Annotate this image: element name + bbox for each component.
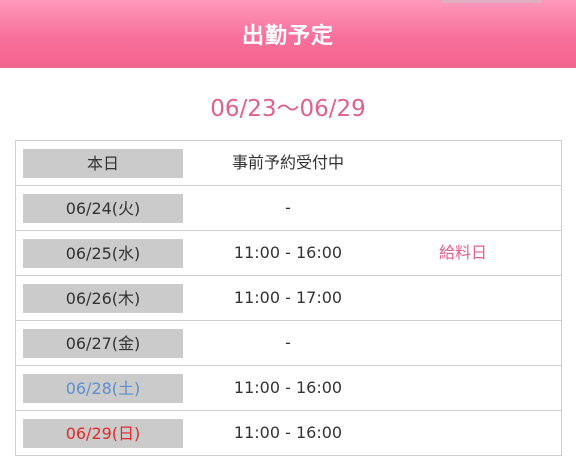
- schedule-table: 本日 事前予約受付中 06/24(火) - 06/25(水) 11:00 - 1…: [15, 140, 562, 456]
- day-label: 06/26(木): [23, 284, 183, 313]
- page-title: 出勤予定: [241, 24, 334, 49]
- shift-time: 11:00 - 16:00: [233, 378, 343, 397]
- day-note: [388, 141, 538, 185]
- day-note: [388, 321, 538, 365]
- day-note: [388, 366, 538, 410]
- day-label: 06/24(火): [23, 194, 183, 223]
- week-range: 06/23〜06/29: [210, 96, 366, 122]
- shift-time: 11:00 - 17:00: [233, 288, 343, 307]
- page-header: 出勤予定: [0, 0, 576, 68]
- day-label-saturday: 06/28(土): [23, 374, 183, 403]
- payday-note: 給料日: [438, 243, 487, 262]
- day-label: 06/27(金): [23, 329, 183, 358]
- shift-time: -: [285, 333, 291, 352]
- shift-time: 11:00 - 16:00: [233, 423, 343, 442]
- day-label-sunday: 06/29(日): [23, 419, 183, 448]
- schedule-row-0626: 06/26(木) 11:00 - 17:00: [16, 276, 561, 321]
- schedule-row-0627: 06/27(金) -: [16, 321, 561, 366]
- shift-time: 事前予約受付中: [231, 153, 344, 172]
- schedule-row-0629: 06/29(日) 11:00 - 16:00: [16, 411, 561, 456]
- day-note: [388, 186, 538, 230]
- schedule-row-0625: 06/25(水) 11:00 - 16:00 給料日: [16, 231, 561, 276]
- schedule-row-today: 本日 事前予約受付中: [16, 141, 561, 186]
- day-note: [388, 276, 538, 320]
- shift-time: -: [285, 198, 291, 217]
- shift-time: 11:00 - 16:00: [233, 243, 343, 262]
- day-note: [388, 411, 538, 455]
- schedule-row-0628: 06/28(土) 11:00 - 16:00: [16, 366, 561, 411]
- day-label: 06/25(水): [23, 239, 183, 268]
- day-label: 本日: [23, 149, 183, 178]
- header-decoration: [442, 0, 542, 3]
- schedule-row-0624: 06/24(火) -: [16, 186, 561, 231]
